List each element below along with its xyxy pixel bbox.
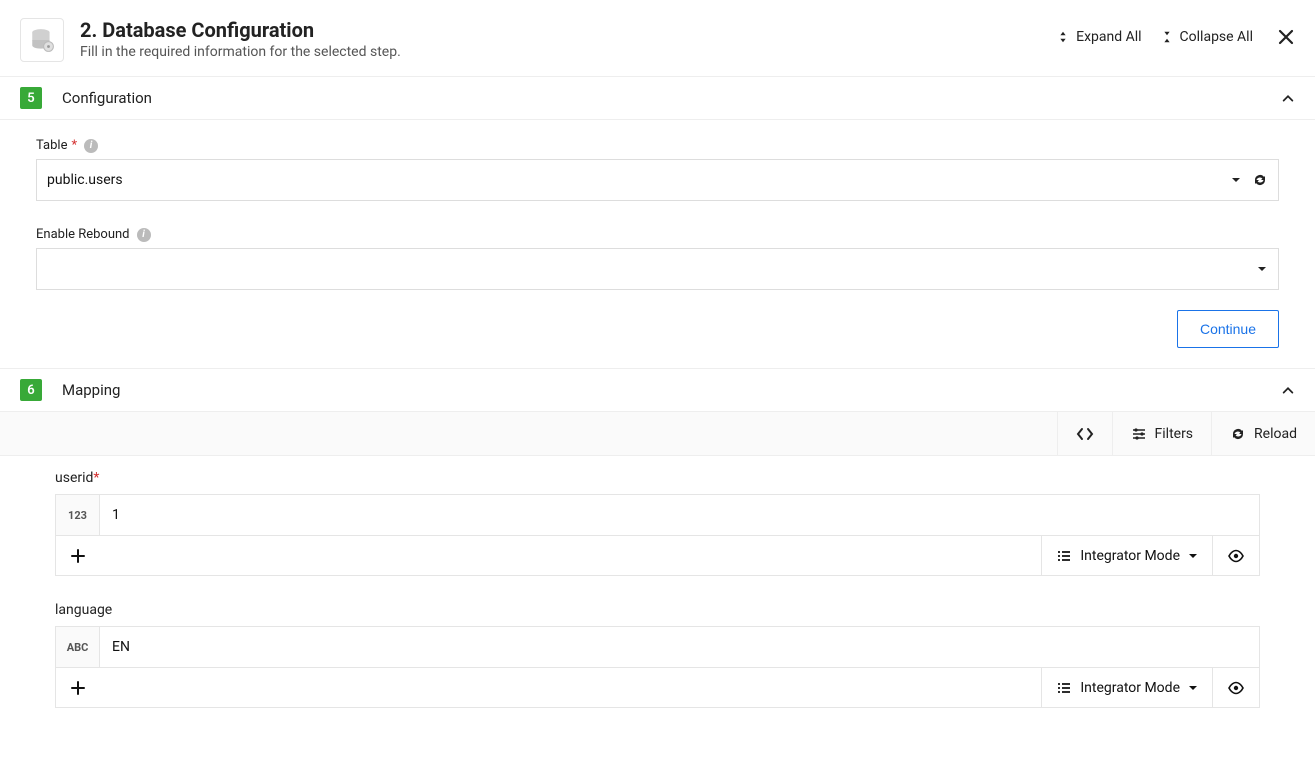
add-button[interactable]: [56, 668, 100, 707]
close-button[interactable]: [1277, 28, 1295, 46]
section-mapping-label: Mapping: [62, 381, 120, 399]
table-select[interactable]: public.users: [36, 159, 1279, 201]
page-subtitle: Fill in the required information for the…: [80, 44, 1056, 60]
enable-rebound-select[interactable]: [36, 248, 1279, 290]
info-icon[interactable]: i: [84, 139, 98, 153]
integrator-mode-button[interactable]: Integrator Mode: [1041, 536, 1212, 575]
section-configuration-label: Configuration: [62, 89, 152, 107]
code-view-button[interactable]: [1057, 412, 1112, 455]
mapping-action-row: Integrator Mode: [55, 668, 1260, 708]
mapping-body: userid* 123 1 Integrator Mode: [0, 456, 1315, 764]
plus-icon: [71, 549, 85, 563]
reload-button[interactable]: Reload: [1211, 412, 1315, 455]
mapping-value: EN: [100, 639, 1259, 655]
chevron-up-icon: [1281, 383, 1295, 397]
continue-button[interactable]: Continue: [1177, 310, 1279, 348]
collapse-all-button[interactable]: Collapse All: [1160, 29, 1253, 45]
eye-icon: [1227, 547, 1245, 565]
mapping-value-input[interactable]: 123 1: [55, 494, 1260, 536]
integrator-mode-button[interactable]: Integrator Mode: [1041, 668, 1212, 707]
mapping-field-language: language ABC EN Integrator Mode: [55, 602, 1260, 708]
mapping-field-label: userid*: [55, 470, 1260, 486]
list-icon: [1056, 680, 1072, 696]
step-number-mapping: 6: [20, 379, 42, 401]
table-value: public.users: [47, 172, 1230, 188]
expand-all-button[interactable]: Expand All: [1056, 29, 1141, 45]
type-string-chip: ABC: [56, 627, 100, 667]
chevron-up-icon: [1281, 91, 1295, 105]
collapse-icon: [1160, 30, 1174, 44]
section-configuration-header[interactable]: 5 Configuration: [0, 77, 1315, 120]
dropdown-caret-icon: [1188, 551, 1198, 561]
enable-rebound-label: Enable Rebound i: [36, 227, 1279, 242]
filters-button[interactable]: Filters: [1112, 412, 1212, 455]
step-header: 2. Database Configuration Fill in the re…: [0, 0, 1315, 77]
plus-icon: [71, 681, 85, 695]
code-icon: [1076, 425, 1094, 443]
mapping-action-row: Integrator Mode: [55, 536, 1260, 576]
dropdown-caret-icon: [1256, 263, 1268, 275]
type-number-chip: 123: [56, 495, 100, 535]
mapping-field-userid: userid* 123 1 Integrator Mode: [55, 470, 1260, 576]
add-button[interactable]: [56, 536, 100, 575]
page-title: 2. Database Configuration: [80, 18, 1056, 42]
close-icon: [1277, 28, 1295, 46]
required-asterisk: *: [93, 470, 99, 486]
sliders-icon: [1131, 426, 1147, 442]
refresh-icon[interactable]: [1252, 172, 1268, 188]
mapping-value-input[interactable]: ABC EN: [55, 626, 1260, 668]
info-icon[interactable]: i: [137, 228, 151, 242]
mapping-field-label: language: [55, 602, 1260, 618]
visibility-button[interactable]: [1212, 668, 1259, 707]
expand-icon: [1056, 30, 1070, 44]
section-configuration-body: Table* i public.users Enable Rebound i C…: [0, 120, 1315, 368]
table-label: Table* i: [36, 138, 1279, 153]
visibility-button[interactable]: [1212, 536, 1259, 575]
reload-icon: [1230, 426, 1246, 442]
dropdown-caret-icon: [1230, 174, 1242, 186]
step-number-configuration: 5: [20, 87, 42, 109]
eye-icon: [1227, 679, 1245, 697]
list-icon: [1056, 548, 1072, 564]
database-icon: [20, 18, 64, 62]
mapping-value: 1: [100, 507, 1259, 523]
required-asterisk: *: [71, 138, 77, 153]
dropdown-caret-icon: [1188, 683, 1198, 693]
section-mapping-header[interactable]: 6 Mapping: [0, 368, 1315, 412]
mapping-toolbar: Filters Reload: [0, 412, 1315, 456]
